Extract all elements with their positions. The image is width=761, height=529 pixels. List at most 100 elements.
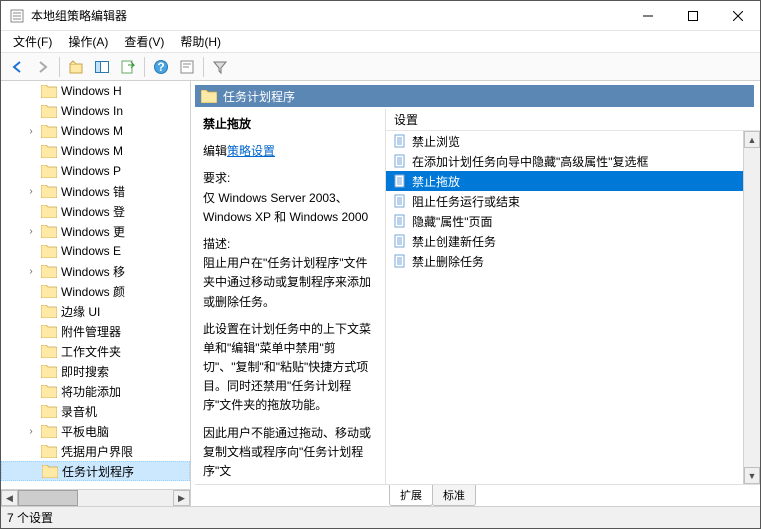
tree-node-label: 即时搜索 (61, 363, 109, 380)
expand-icon[interactable]: › (26, 426, 36, 437)
menu-file[interactable]: 文件(F) (5, 31, 60, 52)
tree-node[interactable]: Windows In (1, 101, 190, 121)
tree-node-label: Windows In (61, 104, 123, 118)
tree-node-label: Windows 颜 (61, 283, 125, 300)
edit-policy-link[interactable]: 策略设置 (227, 144, 275, 158)
scroll-left-arrow[interactable]: ◀ (1, 490, 18, 506)
description-pane: 禁止拖放 编辑策略设置 要求:仅 Windows Server 2003、Win… (195, 109, 385, 484)
tree-node[interactable]: 任务计划程序 (1, 461, 190, 481)
toolbar-separator (203, 57, 204, 77)
list-item-label: 禁止浏览 (412, 133, 460, 150)
back-button[interactable] (5, 55, 29, 79)
tree-view[interactable]: Windows H Windows In › Windows M Windows M Wi… (1, 81, 190, 489)
list-item-label: 阻止任务运行或结束 (412, 193, 520, 210)
tree-node[interactable]: Windows M (1, 141, 190, 161)
tree-node[interactable]: › Windows 更 (1, 221, 190, 241)
settings-list[interactable]: 禁止浏览在添加计划任务向导中隐藏"高级属性"复选框禁止拖放阻止任务运行或结束隐藏… (386, 131, 760, 484)
tab-strip: 扩展 标准 (195, 484, 760, 506)
policy-icon (392, 153, 408, 169)
toolbar-separator (59, 57, 60, 77)
pane-header: 任务计划程序 (195, 85, 754, 107)
maximize-button[interactable] (670, 1, 715, 30)
tree-node-label: 任务计划程序 (62, 463, 134, 480)
tree-node[interactable]: Windows 颜 (1, 281, 190, 301)
tree-node-label: 边缘 UI (61, 303, 100, 320)
list-item[interactable]: 隐藏"属性"页面 (386, 211, 760, 231)
tree-node[interactable]: 将功能添加 (1, 381, 190, 401)
folder-icon (201, 90, 217, 103)
tree-node-label: Windows 更 (61, 223, 125, 240)
svg-text:?: ? (157, 60, 164, 74)
desc-p3: 因此用户不能通过拖动、移动或复制文档或程序向"任务计划程序"文 (203, 424, 377, 482)
menu-view[interactable]: 查看(V) (116, 31, 172, 52)
expand-icon[interactable]: › (26, 226, 36, 237)
tree-node[interactable]: Windows E (1, 241, 190, 261)
forward-button[interactable] (31, 55, 55, 79)
close-button[interactable] (715, 1, 760, 30)
expand-icon[interactable]: › (26, 126, 36, 137)
tab-extended[interactable]: 扩展 (389, 485, 433, 506)
up-button[interactable] (64, 55, 88, 79)
minimize-button[interactable] (625, 1, 670, 30)
tree-node[interactable]: 即时搜索 (1, 361, 190, 381)
list-item[interactable]: 禁止拖放 (386, 171, 760, 191)
pane-title: 任务计划程序 (223, 88, 295, 105)
tree-node[interactable]: › Windows 移 (1, 261, 190, 281)
list-vscrollbar[interactable]: ▲ ▼ (743, 131, 760, 484)
desc-p2: 此设置在计划任务中的上下文菜单和"编辑"菜单中禁用"剪切"、"复制"和"粘贴"快… (203, 320, 377, 416)
menu-action[interactable]: 操作(A) (60, 31, 116, 52)
menu-bar: 文件(F) 操作(A) 查看(V) 帮助(H) (1, 31, 760, 53)
tree-node[interactable]: ›平板电脑 (1, 421, 190, 441)
tree-node[interactable]: ›Windows 错 (1, 181, 190, 201)
policy-icon (392, 133, 408, 149)
properties-button[interactable] (175, 55, 199, 79)
help-button[interactable]: ? (149, 55, 173, 79)
toolbar-separator (144, 57, 145, 77)
filter-button[interactable] (208, 55, 232, 79)
tab-standard[interactable]: 标准 (432, 485, 476, 506)
list-column-header[interactable]: 设置 (386, 109, 760, 131)
tree-node[interactable]: Windows 登 (1, 201, 190, 221)
tree-node-label: Windows 登 (61, 203, 125, 220)
toolbar: ? (1, 53, 760, 81)
tree-node[interactable]: 附件管理器 (1, 321, 190, 341)
desc-label: 描述: (203, 237, 230, 251)
menu-help[interactable]: 帮助(H) (172, 31, 229, 52)
tree-node[interactable]: › Windows M (1, 121, 190, 141)
tree-node[interactable]: 边缘 UI (1, 301, 190, 321)
policy-icon (392, 233, 408, 249)
scroll-down-arrow[interactable]: ▼ (744, 467, 760, 484)
list-item[interactable]: 阻止任务运行或结束 (386, 191, 760, 211)
tree-node[interactable]: Windows H (1, 81, 190, 101)
tree-node-label: Windows 移 (61, 263, 125, 280)
tree-node-label: Windows E (61, 244, 121, 258)
scroll-up-arrow[interactable]: ▲ (744, 131, 760, 148)
scroll-right-arrow[interactable]: ▶ (173, 490, 190, 506)
list-item[interactable]: 在添加计划任务向导中隐藏"高级属性"复选框 (386, 151, 760, 171)
tree-node-label: Windows M (61, 144, 123, 158)
tree-node[interactable]: 凭据用户界限 (1, 441, 190, 461)
list-item[interactable]: 禁止删除任务 (386, 251, 760, 271)
tree-hscrollbar[interactable]: ◀ ▶ (1, 489, 190, 506)
list-item-label: 禁止创建新任务 (412, 233, 496, 250)
expand-icon[interactable]: › (26, 186, 36, 197)
tree-node[interactable]: Windows P (1, 161, 190, 181)
list-item-label: 禁止拖放 (412, 173, 460, 190)
tree-node-label: Windows M (61, 124, 123, 138)
list-item-label: 在添加计划任务向导中隐藏"高级属性"复选框 (412, 153, 649, 170)
status-text: 7 个设置 (7, 509, 53, 526)
list-item[interactable]: 禁止浏览 (386, 131, 760, 151)
desc-edit-prefix: 编辑 (203, 144, 227, 158)
scroll-thumb[interactable] (18, 490, 78, 506)
tree-node[interactable]: 录音机 (1, 401, 190, 421)
tree-node-label: 附件管理器 (61, 323, 121, 340)
tree-node-label: 录音机 (61, 403, 97, 420)
list-item[interactable]: 禁止创建新任务 (386, 231, 760, 251)
export-button[interactable] (116, 55, 140, 79)
show-hide-tree-button[interactable] (90, 55, 114, 79)
desc-req-text: 仅 Windows Server 2003、Windows XP 和 Windo… (203, 191, 368, 224)
status-bar: 7 个设置 (1, 506, 760, 528)
title-bar: 本地组策略编辑器 (1, 1, 760, 31)
tree-node[interactable]: 工作文件夹 (1, 341, 190, 361)
expand-icon[interactable]: › (26, 266, 36, 277)
